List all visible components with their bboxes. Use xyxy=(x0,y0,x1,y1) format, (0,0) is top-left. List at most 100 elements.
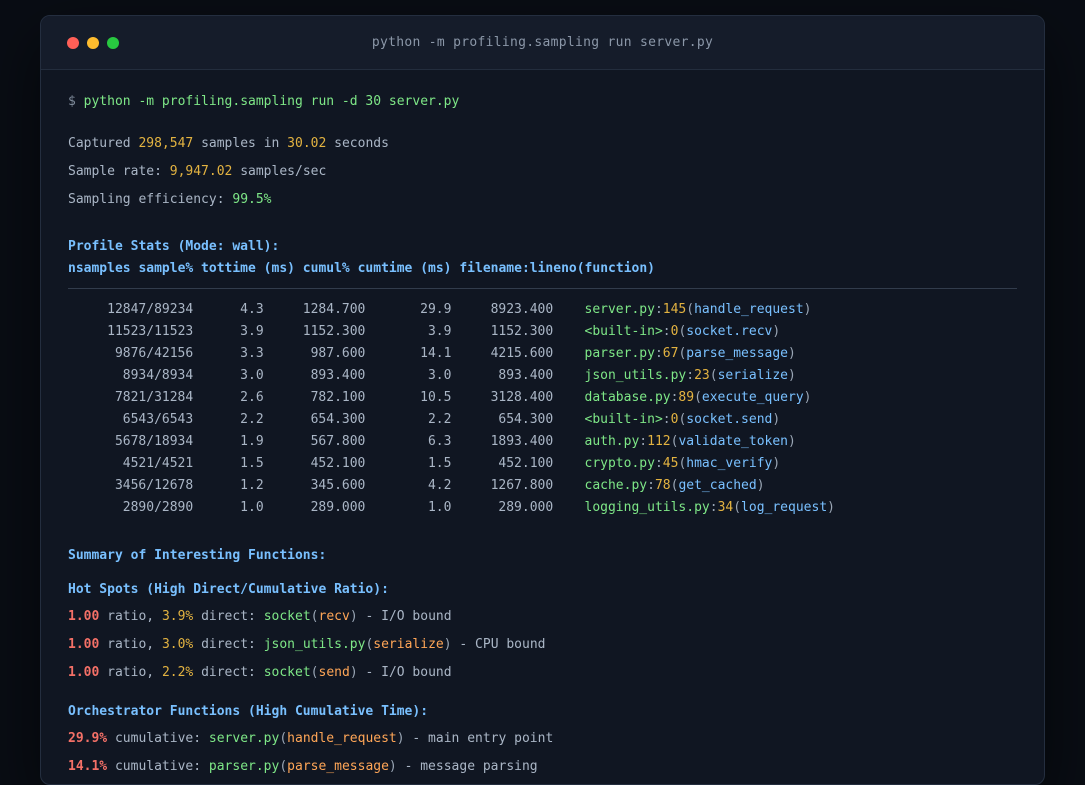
col-tottime: 345.600 xyxy=(310,478,366,493)
captured-unit-label: seconds xyxy=(326,136,389,151)
target-name: json_utils.py xyxy=(263,637,366,652)
col-tottime: 782.100 xyxy=(310,390,366,405)
col-tottime: 654.300 xyxy=(310,412,366,427)
col-tottime: 987.600 xyxy=(310,346,366,361)
col-tottime: 1284.700 xyxy=(302,302,366,317)
captured-samples-value: 298,547 xyxy=(138,136,194,151)
col-location: <built-in>:0(socket.recv) xyxy=(584,324,781,339)
col-cumtime: 893.400 xyxy=(498,368,554,383)
col-location: crypto.py:45(hmac_verify) xyxy=(584,456,781,471)
col-location: <built-in>:0(socket.send) xyxy=(584,412,781,427)
col-sample-pct: 3.9 xyxy=(240,324,264,339)
lineno: 45 xyxy=(662,456,679,471)
col-sample-pct: 2.2 xyxy=(240,412,264,427)
col-location: parser.py:67(parse_message) xyxy=(584,346,796,361)
cumulative-pct-value: 14.1% xyxy=(68,759,108,774)
col-cumtime: 8923.400 xyxy=(490,302,554,317)
col-sample-pct: 1.5 xyxy=(240,456,264,471)
table-columns-header: nsamples sample% tottime (ms) cumul% cum… xyxy=(68,261,655,276)
col-tottime: 893.400 xyxy=(310,368,366,383)
col-sample-pct: 2.6 xyxy=(240,390,264,405)
col-cumul-pct: 3.9 xyxy=(427,324,452,339)
note-text: - I/O bound xyxy=(357,609,452,624)
terminal-window: python -m profiling.sampling run server.… xyxy=(40,15,1045,785)
table-row: 12847/89234 4.3 1284.700 29.9 8923.400 server… xyxy=(68,299,1017,321)
col-nsamples: 12847/89234 xyxy=(107,302,194,317)
efficiency-label: Sampling efficiency: xyxy=(68,192,233,207)
col-cumtime: 1893.400 xyxy=(490,434,554,449)
function-name: hmac_verify xyxy=(686,456,773,471)
col-sample-pct: 3.0 xyxy=(240,368,264,383)
method-name: send xyxy=(318,665,350,680)
table-row: 9876/42156 3.3 987.600 14.1 4215.600 parser.p… xyxy=(68,343,1017,365)
col-nsamples: 2890/2890 xyxy=(122,500,194,515)
function-name: serialize xyxy=(717,368,789,383)
summary-heading: Summary of Interesting Functions: xyxy=(68,548,327,563)
filename: server.py xyxy=(584,302,655,317)
col-nsamples: 9876/42156 xyxy=(114,346,194,361)
lineno: 112 xyxy=(647,434,671,449)
orchestrators-heading: Orchestrator Functions (High Cumulative … xyxy=(68,704,429,719)
close-button-icon[interactable] xyxy=(67,36,79,49)
col-nsamples: 7821/31284 xyxy=(114,390,194,405)
target-name: socket xyxy=(263,665,311,680)
col-cumtime: 654.300 xyxy=(498,412,554,427)
col-cumtime: 452.100 xyxy=(498,456,554,471)
window-title: python -m profiling.sampling run server.… xyxy=(371,35,714,50)
function-name: socket.recv xyxy=(686,324,773,339)
note-text: - I/O bound xyxy=(357,665,452,680)
filename: parser.py xyxy=(584,346,655,361)
filename: auth.py xyxy=(584,434,640,449)
direct-pct-value: 3.0% xyxy=(161,637,194,652)
method-name: parse_message xyxy=(287,759,389,774)
col-location: logging_utils.py:34(log_request) xyxy=(584,500,835,515)
col-cumtime: 4215.600 xyxy=(490,346,554,361)
col-cumul-pct: 14.1 xyxy=(420,346,452,361)
col-cumul-pct: 10.5 xyxy=(420,390,452,405)
terminal-body[interactable]: $ python -m profiling.sampling run -d 30… xyxy=(41,70,1044,784)
title-bar[interactable]: python -m profiling.sampling run server.… xyxy=(41,16,1044,70)
table-row: 4521/4521 1.5 452.100 1.5 452.100 crypto.py:4… xyxy=(68,453,1017,475)
table-row: 2890/2890 1.0 289.000 1.0 289.000 logging_uti… xyxy=(68,497,1017,519)
sample-rate-line: Sample rate: 9,947.02 samples/sec xyxy=(68,158,1017,186)
prompt-symbol: $ xyxy=(68,94,84,109)
note-text: - main entry point xyxy=(404,731,554,746)
filename: json_utils.py xyxy=(584,368,687,383)
col-sample-pct: 1.2 xyxy=(240,478,264,493)
table-row: 8934/8934 3.0 893.400 3.0 893.400 json_utils.… xyxy=(68,365,1017,387)
col-location: database.py:89(execute_query) xyxy=(584,390,812,405)
table-row: 5678/18934 1.9 567.800 6.3 1893.400 auth.py:1… xyxy=(68,431,1017,453)
col-nsamples: 11523/11523 xyxy=(107,324,194,339)
direct-pct-value: 3.9% xyxy=(161,609,194,624)
col-cumul-pct: 29.9 xyxy=(420,302,452,317)
orchestrators-list: 29.9% cumulative: server.py(handle_reque… xyxy=(68,725,1017,781)
table-row: 7821/31284 2.6 782.100 10.5 3128.400 database… xyxy=(68,387,1017,409)
col-cumul-pct: 1.5 xyxy=(427,456,452,471)
filename: <built-in> xyxy=(584,412,663,427)
col-cumul-pct: 3.0 xyxy=(427,368,452,383)
col-nsamples: 3456/12678 xyxy=(114,478,194,493)
hot-spots-list: 1.00 ratio, 3.9% direct: socket(recv) - … xyxy=(68,603,1017,687)
function-name: handle_request xyxy=(694,302,804,317)
col-tottime: 1152.300 xyxy=(302,324,366,339)
hot-spot-item: 1.00 ratio, 2.2% direct: socket(send) - … xyxy=(68,665,452,680)
col-sample-pct: 3.3 xyxy=(240,346,264,361)
ratio-value: 1.00 xyxy=(68,609,100,624)
minimize-button-icon[interactable] xyxy=(87,36,99,49)
captured-label: Captured xyxy=(68,136,139,151)
target-name: parser.py xyxy=(208,759,280,774)
captured-mid-label: samples in xyxy=(193,136,288,151)
profile-stats-heading: Profile Stats (Mode: wall): xyxy=(68,239,280,254)
window-controls xyxy=(67,16,119,69)
rate-unit-label: samples/sec xyxy=(232,164,327,179)
captured-line: Captured 298,547 samples in 30.02 second… xyxy=(68,130,1017,158)
zoom-button-icon[interactable] xyxy=(107,36,119,49)
target-name: server.py xyxy=(208,731,280,746)
col-tottime: 567.800 xyxy=(310,434,366,449)
command-text: python -m profiling.sampling run -d 30 s… xyxy=(83,94,460,109)
note-text: - CPU bound xyxy=(451,637,546,652)
method-name: serialize xyxy=(373,637,444,652)
function-name: socket.send xyxy=(686,412,773,427)
col-cumtime: 289.000 xyxy=(498,500,554,515)
function-name: log_request xyxy=(741,500,828,515)
